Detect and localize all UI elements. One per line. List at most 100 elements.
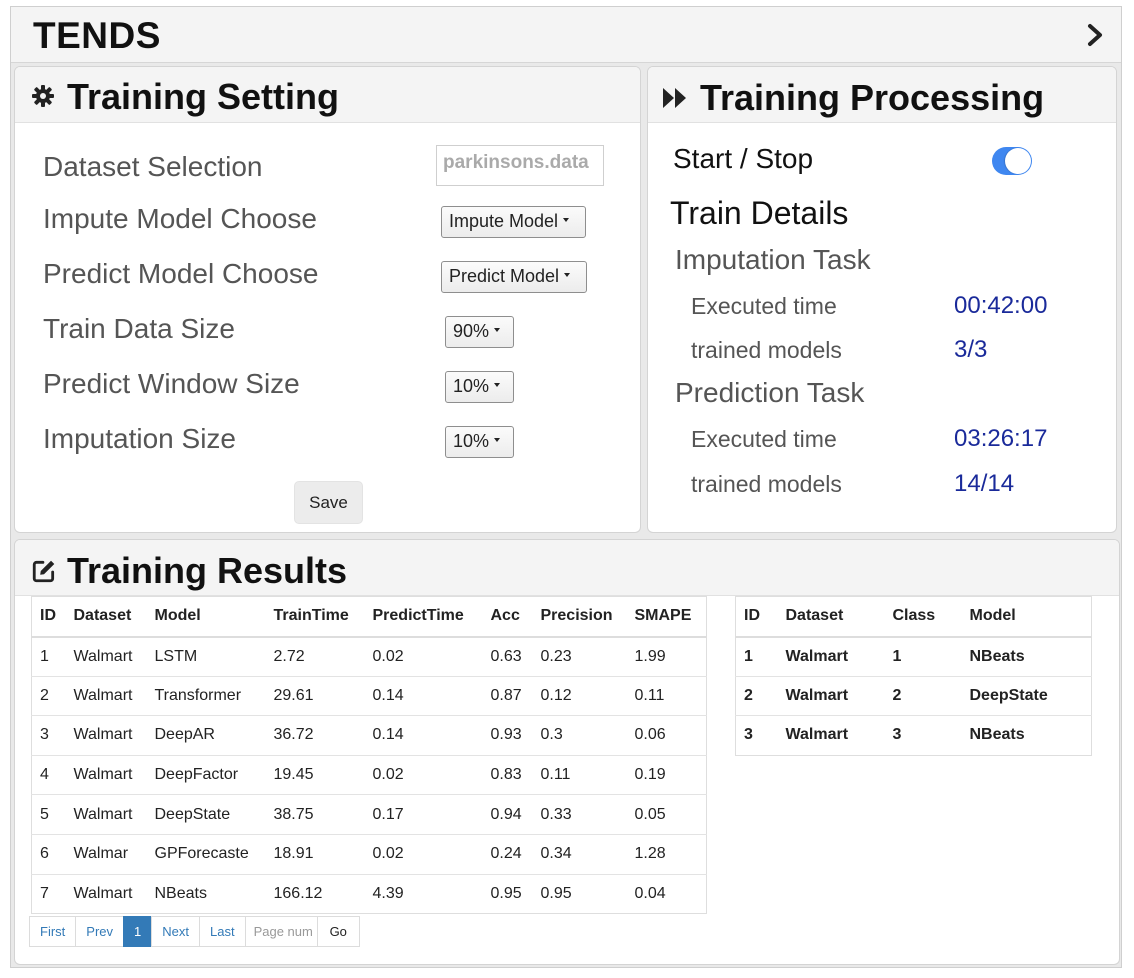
table-row[interactable]: 5 Walmart DeepState 38.75 0.17 0.94 0.33… xyxy=(31,794,707,835)
dropdown-value: 10% xyxy=(453,376,490,396)
cell-model: Transformer xyxy=(146,675,266,716)
dropdown-value: 10% xyxy=(453,431,490,451)
prediction-task-title: Prediction Task xyxy=(675,377,865,408)
column-header[interactable]: TrainTime xyxy=(265,596,365,638)
cell-id: 4 xyxy=(31,754,66,795)
prediction-models-value: 14/14 xyxy=(954,470,1015,497)
cell-id: 3 xyxy=(735,715,778,756)
cell-id: 1 xyxy=(31,636,66,677)
start-stop-toggle[interactable] xyxy=(992,147,1032,175)
table-row[interactable]: 2 Walmart Transformer 29.61 0.14 0.87 0.… xyxy=(31,675,707,716)
column-header[interactable]: Acc xyxy=(482,596,533,638)
pager-prev-button[interactable]: Prev xyxy=(75,916,125,947)
edit-icon xyxy=(32,560,55,583)
table-header-row: ID Dataset Class Model xyxy=(735,596,1092,638)
column-header[interactable]: PredictTime xyxy=(364,596,483,638)
pager-first-button[interactable]: First xyxy=(29,916,77,947)
go-button[interactable]: Go xyxy=(316,916,360,947)
imputation-size-dropdown[interactable]: 10% xyxy=(445,426,514,458)
fast-forward-icon xyxy=(663,88,686,108)
cell-precision: 0.33 xyxy=(532,794,627,835)
column-header[interactable]: ID xyxy=(31,596,66,638)
cell-id: 1 xyxy=(735,636,778,677)
cell-smape: 0.06 xyxy=(626,715,707,756)
cell-precision: 0.3 xyxy=(532,715,627,756)
cell-predict-time: 0.14 xyxy=(364,715,483,756)
column-header[interactable]: Precision xyxy=(532,596,627,638)
train-data-size-dropdown[interactable]: 90% xyxy=(445,316,514,348)
table-row[interactable]: 2 Walmart 2 DeepState xyxy=(735,675,1092,716)
predict-window-size-dropdown[interactable]: 10% xyxy=(445,371,514,403)
cell-smape: 1.28 xyxy=(626,833,707,875)
caret-down-icon xyxy=(563,218,570,223)
save-button[interactable]: Save xyxy=(294,481,363,524)
table-row[interactable]: 1 Walmart LSTM 2.72 0.02 0.63 0.23 1.99 xyxy=(31,636,707,677)
cell-smape: 0.04 xyxy=(626,873,707,914)
pager-current-page[interactable]: 1 xyxy=(123,916,153,947)
table-row[interactable]: 4 Walmart DeepFactor 19.45 0.02 0.83 0.1… xyxy=(31,754,707,795)
gear-icon xyxy=(32,85,54,107)
table-row[interactable]: 7 Walmart NBeats 166.12 4.39 0.95 0.95 0… xyxy=(31,873,707,914)
pager-next-button[interactable]: Next xyxy=(151,916,200,947)
cell-dataset: Walmart xyxy=(65,636,147,677)
cell-model: NBeats xyxy=(961,715,1092,756)
cell-predict-time: 0.02 xyxy=(364,754,483,795)
column-header[interactable]: Dataset xyxy=(777,596,885,638)
pagination: First Prev 1 Next Last Page num Go xyxy=(29,916,360,947)
cell-smape: 0.05 xyxy=(626,794,707,835)
impute-model-dropdown[interactable]: Impute Model xyxy=(441,206,586,238)
cell-dataset: Walmart xyxy=(777,715,885,756)
cell-model: DeepState xyxy=(146,794,266,835)
cell-dataset: Walmart xyxy=(65,794,147,835)
toggle-knob xyxy=(1005,148,1031,174)
cell-dataset: Walmart xyxy=(65,675,147,716)
dropdown-value: Impute Model xyxy=(449,211,559,231)
dataset-selection-field[interactable]: parkinsons.data xyxy=(436,145,604,186)
column-header[interactable]: SMAPE xyxy=(626,596,707,638)
column-header[interactable]: Model xyxy=(961,596,1092,638)
column-header[interactable]: Dataset xyxy=(65,596,147,638)
panel-title: Training Processing xyxy=(700,77,1045,118)
cell-acc: 0.94 xyxy=(482,794,533,835)
cell-model: DeepAR xyxy=(146,715,266,756)
caret-down-icon xyxy=(494,383,501,388)
column-header[interactable]: Model xyxy=(146,596,266,638)
cell-predict-time: 0.17 xyxy=(364,794,483,835)
cell-acc: 0.83 xyxy=(482,754,533,795)
cell-class: 2 xyxy=(884,675,962,716)
cell-dataset: Walmart xyxy=(777,675,885,716)
chevron-right-icon[interactable] xyxy=(1083,23,1107,47)
imputation-models-value: 3/3 xyxy=(954,336,988,363)
cell-train-time: 166.12 xyxy=(265,873,365,914)
train-details-title: Train Details xyxy=(670,195,849,231)
training-processing-panel: Training Processing Start / Stop Train D… xyxy=(647,66,1117,533)
class-table: ID Dataset Class Model 1 Walmart 1 NBeat… xyxy=(735,596,1092,756)
cell-precision: 0.12 xyxy=(532,675,627,716)
cell-id: 5 xyxy=(31,794,66,835)
cell-predict-time: 0.14 xyxy=(364,675,483,716)
table-row[interactable]: 1 Walmart 1 NBeats xyxy=(735,636,1092,677)
panel-title: Training Results xyxy=(67,550,348,591)
cell-id: 7 xyxy=(31,873,66,914)
cell-model: DeepState xyxy=(961,675,1092,716)
cell-dataset: Walmart xyxy=(65,754,147,795)
table-row[interactable]: 6 Walmar GPForecaste 18.91 0.02 0.24 0.3… xyxy=(31,833,707,875)
top-bar: TENDS xyxy=(11,7,1121,63)
cell-model: GPForecaste xyxy=(146,833,266,875)
table-row[interactable]: 3 Walmart 3 NBeats xyxy=(735,715,1092,756)
cell-dataset: Walmart xyxy=(65,873,147,914)
table-row[interactable]: 3 Walmart DeepAR 36.72 0.14 0.93 0.3 0.0… xyxy=(31,715,707,756)
predict-model-dropdown[interactable]: Predict Model xyxy=(441,261,587,293)
pager-last-button[interactable]: Last xyxy=(198,916,246,947)
page-number-input[interactable]: Page num xyxy=(244,916,318,947)
training-setting-panel: Training Setting Dataset Selection parki… xyxy=(14,66,641,533)
caret-down-icon xyxy=(564,273,571,278)
dropdown-value: Predict Model xyxy=(449,266,560,286)
dataset-selection-label: Dataset Selection xyxy=(43,151,263,182)
column-header[interactable]: Class xyxy=(884,596,962,638)
dropdown-value: 90% xyxy=(453,321,490,341)
cell-model: LSTM xyxy=(146,636,266,677)
column-header[interactable]: ID xyxy=(735,596,778,638)
cell-predict-time: 0.02 xyxy=(364,636,483,677)
table-header-row: ID Dataset Model TrainTime PredictTime A… xyxy=(31,596,707,638)
